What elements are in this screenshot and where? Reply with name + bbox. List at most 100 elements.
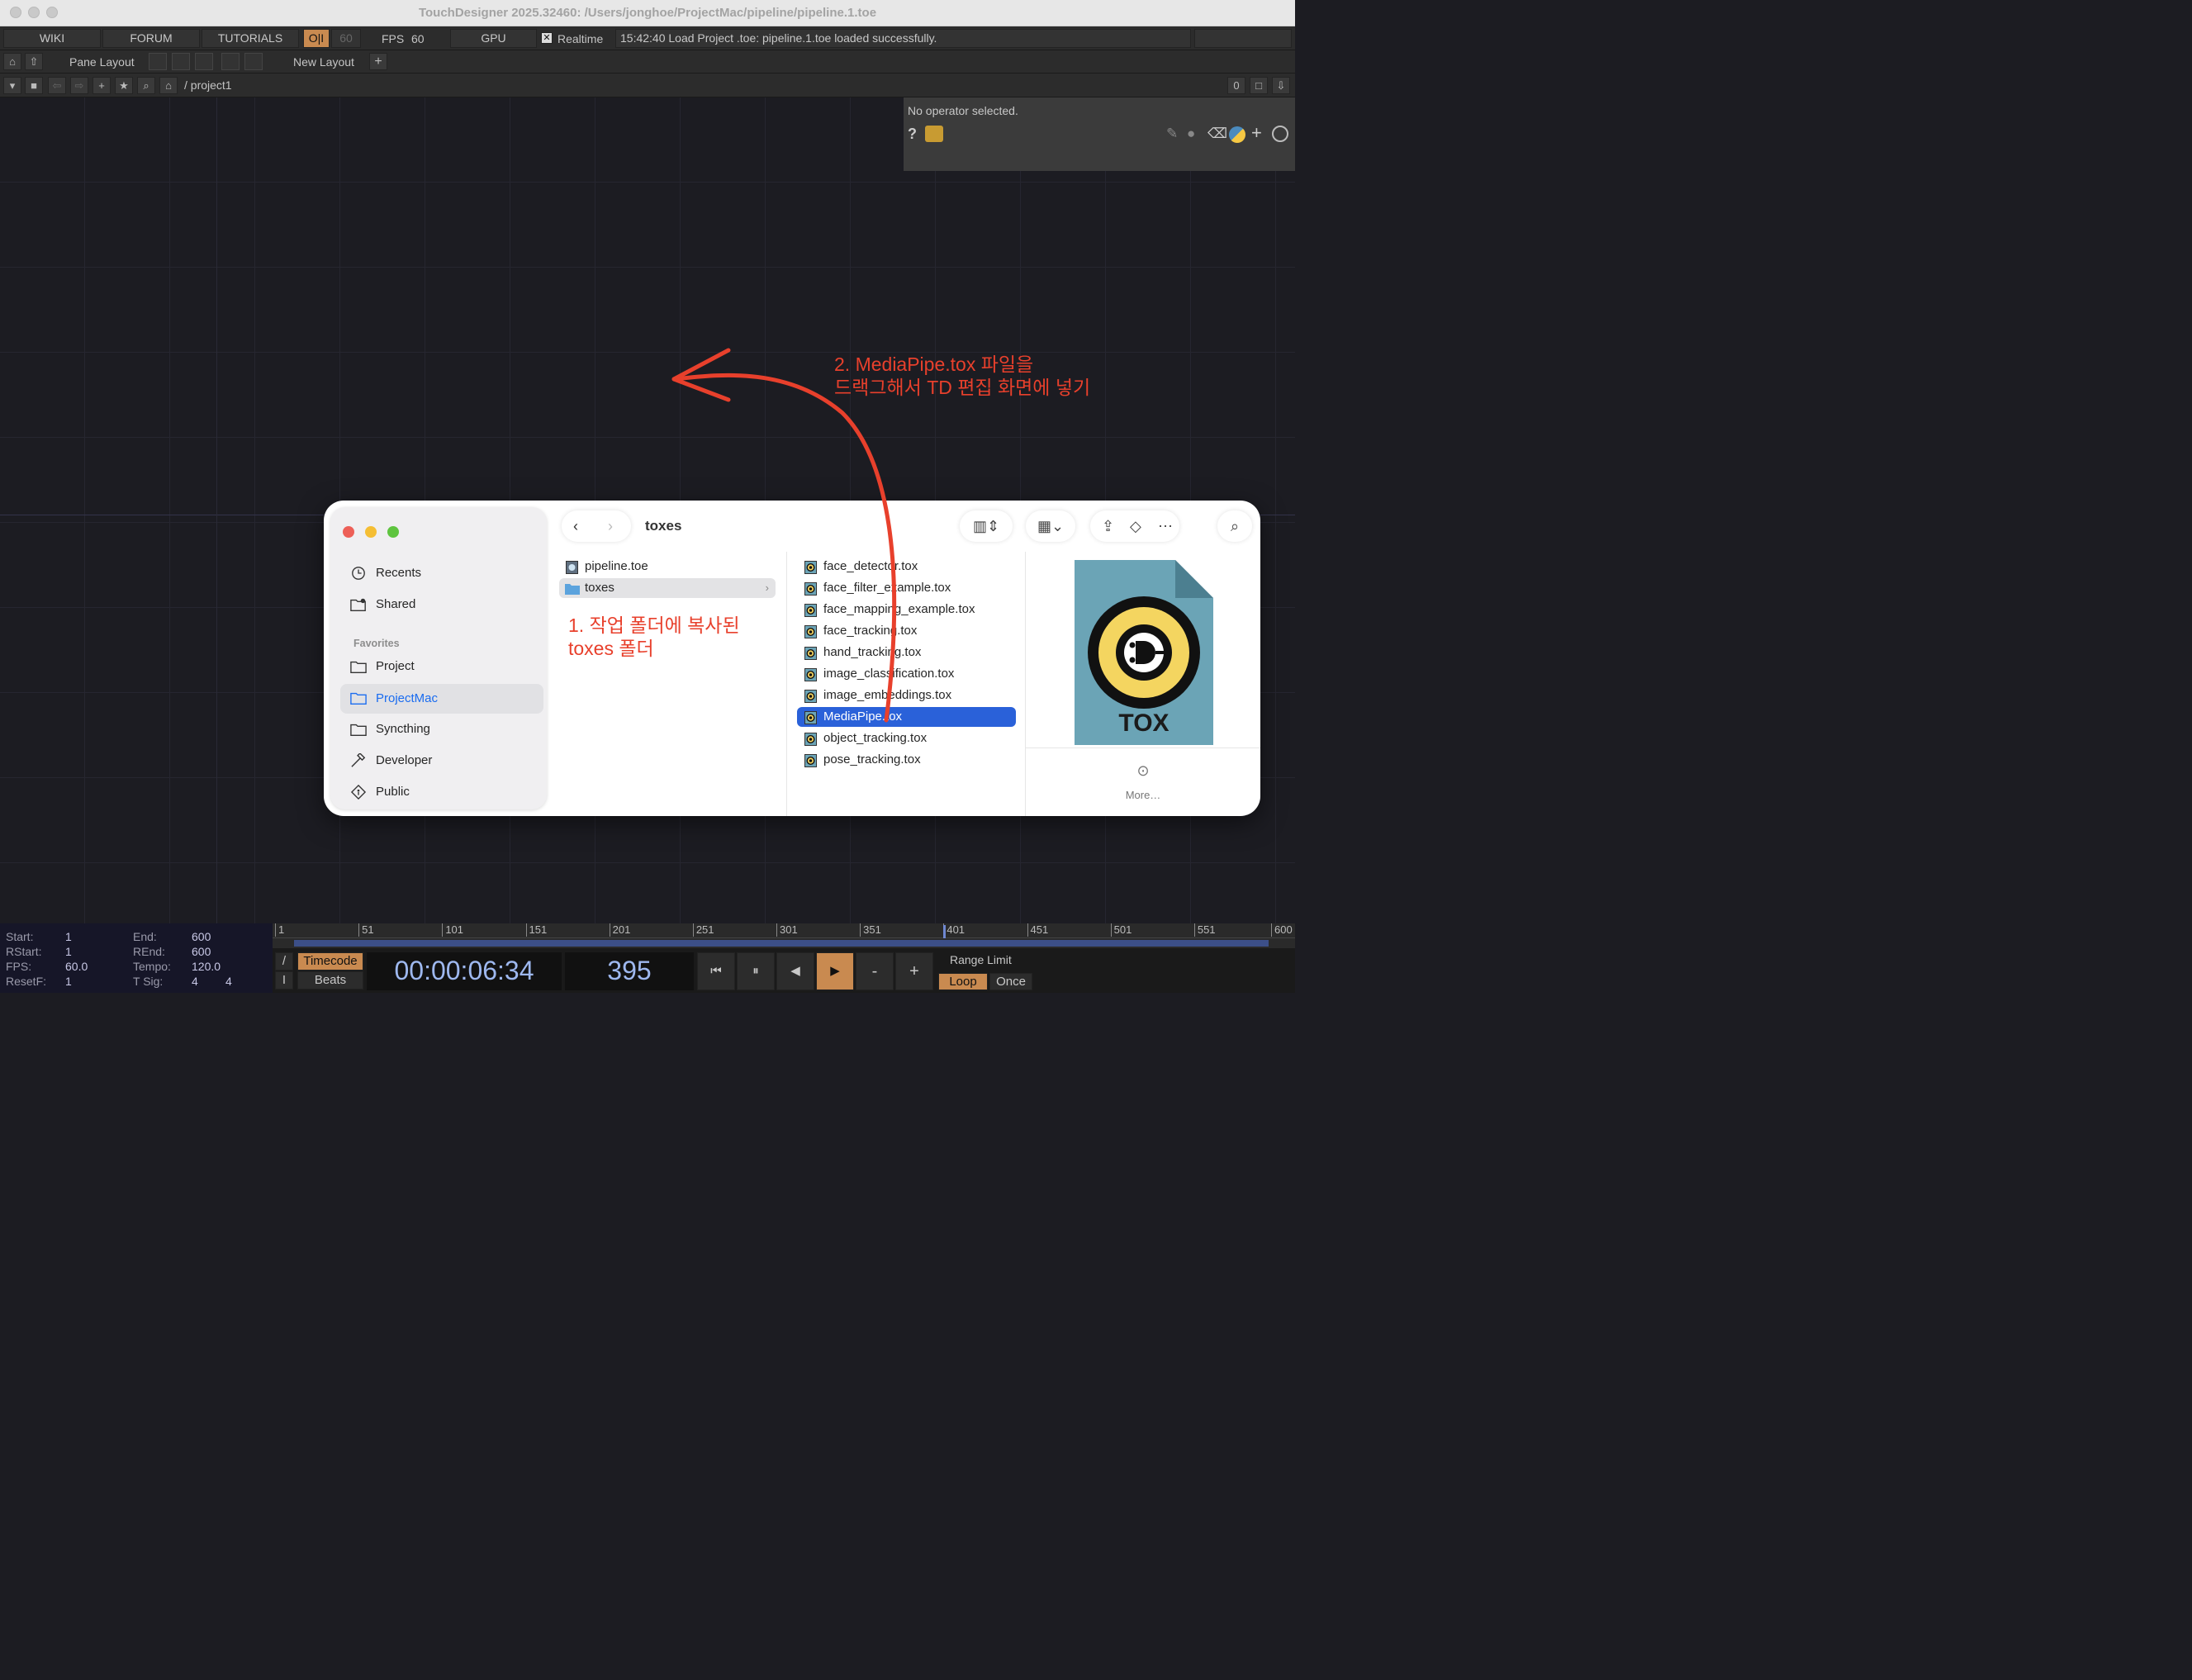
file-row[interactable]: face_filter_example.tox (797, 578, 1016, 598)
file-row[interactable]: image_classification.tox (797, 664, 1016, 684)
layout-split-vertical-icon[interactable] (172, 53, 190, 70)
sidebar-item-developer[interactable]: Developer (340, 747, 543, 775)
cook-rate-display: 60 (331, 29, 361, 48)
sidebar-item-recents[interactable]: Recents (340, 559, 543, 587)
layout-split-horizontal-icon[interactable] (195, 53, 213, 70)
target-icon[interactable] (1272, 126, 1288, 142)
search-button[interactable]: ⌕ (1217, 510, 1252, 542)
pencil-icon[interactable]: ✎ (1166, 126, 1178, 142)
tox-file-icon (804, 625, 817, 638)
end-value[interactable]: 600 (192, 930, 211, 943)
pause-icon[interactable]: ⏸ (737, 952, 775, 990)
beats-mode-toggle[interactable]: I (275, 971, 293, 989)
tsig-numerator[interactable]: 4 (192, 975, 198, 988)
count-display: 0 (1227, 77, 1245, 94)
rend-value[interactable]: 600 (192, 945, 211, 958)
home-network-icon[interactable]: ⌂ (159, 77, 178, 94)
tag-icon[interactable]: ◇ (1130, 510, 1141, 542)
file-row[interactable]: pose_tracking.tox (797, 750, 1016, 770)
more-icon[interactable]: ⋯ (1158, 510, 1173, 542)
resetf-value[interactable]: 1 (65, 975, 72, 988)
file-row[interactable]: MediaPipe.tox (797, 707, 1016, 727)
sidebar-item-shared[interactable]: Shared (340, 591, 543, 619)
play-backward-icon[interactable]: ◀ (776, 952, 814, 990)
timeline-ruler[interactable]: 1 51 101 151 201 251 301 351 401 451 501 551 600 (273, 923, 1295, 938)
folder-row-toxes[interactable]: toxes › (559, 578, 776, 598)
python-help-icon[interactable] (925, 126, 943, 142)
forum-button[interactable]: FORUM (102, 29, 200, 48)
toe-file-icon (566, 561, 578, 574)
download-icon[interactable]: ⇩ (1272, 77, 1290, 94)
comment-icon[interactable]: ● (1187, 126, 1195, 142)
oi-toggle[interactable]: O|I (303, 29, 330, 48)
beats-button[interactable]: Beats (297, 971, 363, 989)
help-icon[interactable]: ? (908, 126, 917, 143)
tutorials-button[interactable]: TUTORIALS (202, 29, 299, 48)
layout-quad-icon[interactable] (244, 53, 263, 70)
sidebar-item-public[interactable]: Public (340, 778, 543, 806)
frame-display[interactable]: 395 (565, 952, 694, 990)
file-row-pipeline[interactable]: pipeline.toe (559, 557, 776, 577)
file-row[interactable]: hand_tracking.tox (797, 643, 1016, 662)
add-icon[interactable]: + (93, 77, 111, 94)
more-button[interactable]: More… (1026, 789, 1260, 801)
forward-arrow-icon[interactable]: ⇨ (70, 77, 88, 94)
start-value[interactable]: 1 (65, 930, 72, 943)
search-network-icon[interactable]: ⌕ (137, 77, 155, 94)
back-icon[interactable]: ‹ (573, 510, 578, 542)
plus-icon[interactable]: + (1251, 122, 1262, 144)
finder-minimize-button[interactable] (365, 526, 377, 538)
finder-close-button[interactable] (343, 526, 354, 538)
wiki-button[interactable]: WIKI (3, 29, 101, 48)
timecode-display[interactable]: 00:00:06:34 (367, 952, 562, 990)
maximize-pane-icon[interactable]: □ (1250, 77, 1268, 94)
sidebar-item-project[interactable]: Project (340, 653, 543, 681)
loop-button[interactable]: Loop (938, 973, 988, 990)
group-button[interactable]: ▦⌄ (1026, 510, 1075, 542)
chevron-down-icon[interactable]: ▾ (3, 77, 21, 94)
grid-icon: ▦⌄ (1037, 518, 1065, 534)
view-mode-button[interactable]: ▥⇕ (960, 510, 1013, 542)
eraser-icon[interactable]: ⌫ (1207, 126, 1227, 142)
file-row[interactable]: image_embeddings.tox (797, 686, 1016, 705)
file-row[interactable]: object_tracking.tox (797, 728, 1016, 748)
rstart-value[interactable]: 1 (65, 945, 72, 958)
pane-layout-icon[interactable]: ⌂ (3, 53, 21, 70)
rewind-icon[interactable]: ⏮ (697, 952, 735, 990)
file-row[interactable]: face_detector.tox (797, 557, 1016, 577)
tempo-value[interactable]: 120.0 (192, 960, 221, 973)
finder-title: toxes (645, 518, 682, 534)
fps-setting-value[interactable]: 60.0 (65, 960, 88, 973)
playhead[interactable] (943, 925, 946, 938)
back-arrow-icon[interactable]: ⇦ (48, 77, 66, 94)
step-back-button[interactable]: - (856, 952, 894, 990)
timecode-mode-toggle[interactable]: / (275, 952, 293, 971)
gpu-button[interactable]: GPU (450, 29, 537, 48)
realtime-checkbox[interactable]: ✕ (541, 32, 553, 44)
layout-single-icon[interactable] (149, 53, 167, 70)
parameter-panel: No operator selected. ? ✎ ● ⌫ + (904, 97, 1295, 171)
ellipsis-circle-icon[interactable]: ⊙ (1130, 762, 1156, 780)
share-icon[interactable]: ⇪ (1102, 510, 1114, 542)
add-layout-button[interactable]: + (369, 53, 387, 70)
play-forward-icon[interactable]: ▶ (816, 952, 854, 990)
layout-three-icon[interactable] (221, 53, 240, 70)
tsig-denominator[interactable]: 4 (225, 975, 232, 988)
step-forward-button[interactable]: + (895, 952, 933, 990)
timecode-button[interactable]: Timecode (297, 952, 363, 971)
range-bar[interactable] (294, 940, 1269, 947)
forward-icon[interactable]: › (608, 510, 613, 542)
finder-zoom-button[interactable] (387, 526, 399, 538)
home-icon[interactable]: ⇧ (25, 53, 43, 70)
end-label: End: (133, 930, 157, 943)
new-layout-label: New Layout (293, 55, 354, 69)
star-icon[interactable]: ★ (115, 77, 133, 94)
once-button[interactable]: Once (989, 973, 1032, 990)
sidebar-item-syncthing[interactable]: Syncthing (340, 715, 543, 743)
file-row[interactable]: face_tracking.tox (797, 621, 1016, 641)
file-row[interactable]: face_mapping_example.tox (797, 600, 1016, 619)
sidebar-item-projectmac[interactable]: ProjectMac (340, 684, 543, 714)
python-icon[interactable] (1229, 126, 1245, 143)
annotation-folder-line2: toxes 폴더 (568, 638, 654, 659)
stop-icon[interactable]: ■ (25, 77, 43, 94)
